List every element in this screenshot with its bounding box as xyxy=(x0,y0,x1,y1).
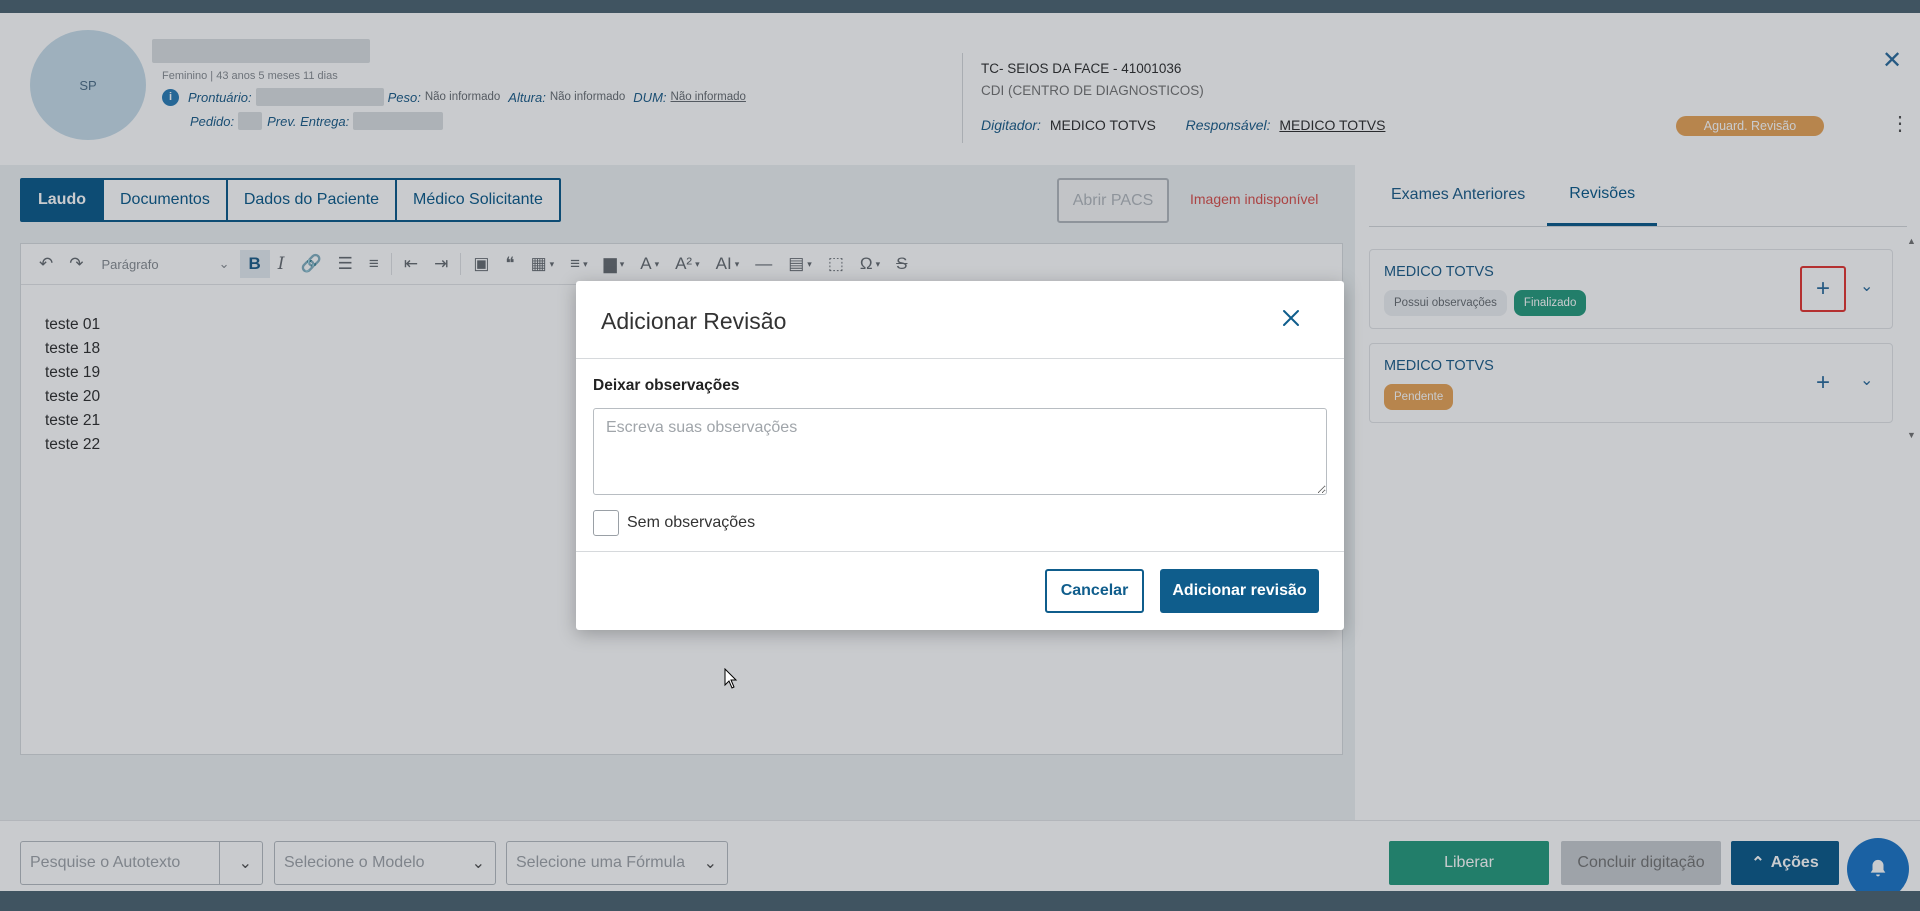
modal-divider xyxy=(576,358,1344,359)
sem-observacoes-checkbox-row[interactable]: Sem observações xyxy=(593,510,755,536)
observacoes-textarea[interactable] xyxy=(593,408,1327,495)
close-icon[interactable] xyxy=(1276,303,1306,333)
cancel-button[interactable]: Cancelar xyxy=(1045,569,1144,613)
modal-divider xyxy=(576,551,1344,552)
sem-observacoes-checkbox[interactable] xyxy=(593,510,619,536)
observacoes-label: Deixar observações xyxy=(593,377,740,394)
sem-observacoes-label: Sem observações xyxy=(627,514,756,531)
add-review-modal: Adicionar Revisão Deixar observações Sem… xyxy=(576,281,1344,630)
mouse-cursor-icon xyxy=(724,668,738,689)
modal-title: Adicionar Revisão xyxy=(601,308,787,334)
add-review-submit-button[interactable]: Adicionar revisão xyxy=(1160,569,1319,613)
